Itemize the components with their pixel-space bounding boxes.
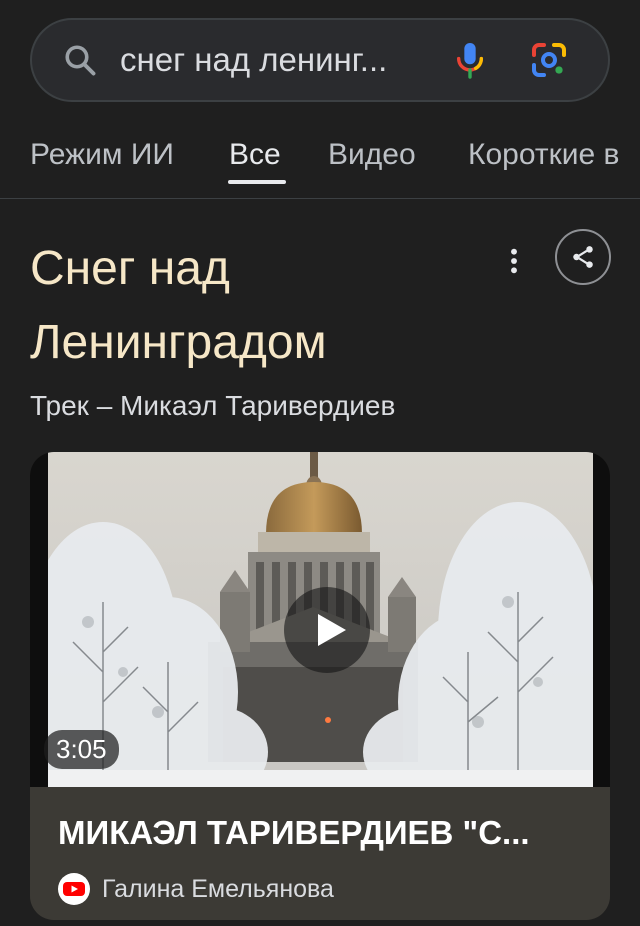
video-duration: 3:05 xyxy=(44,730,119,769)
result-title-line2: Ленинградом xyxy=(30,316,327,369)
result-subtitle: Трек – Микаэл Таривердиев xyxy=(30,390,396,421)
more-options-icon[interactable] xyxy=(500,245,528,277)
google-lens-icon[interactable] xyxy=(529,40,569,80)
result-title: Снег над Ленинградом xyxy=(30,232,490,380)
video-thumbnail[interactable]: 3:05 xyxy=(30,452,610,787)
video-info[interactable]: МИКАЭЛ ТАРИВЕРДИЕВ "С... Галина Емельяно… xyxy=(30,787,610,920)
youtube-icon xyxy=(58,873,90,905)
channel-row: Галина Емельянова xyxy=(58,873,334,905)
video-card[interactable]: 3:05 МИКАЭЛ ТАРИВЕРДИЕВ "С... Галина Еме… xyxy=(30,452,610,920)
active-tab-indicator xyxy=(228,180,286,184)
video-title[interactable]: МИКАЭЛ ТАРИВЕРДИЕВ "С... xyxy=(58,814,588,852)
microphone-icon[interactable] xyxy=(453,40,487,80)
result-title-line1: Снег над xyxy=(30,242,230,295)
search-input[interactable]: снег над ленинг... xyxy=(120,41,425,79)
play-icon[interactable] xyxy=(284,587,370,673)
tab-video[interactable]: Видео xyxy=(328,138,416,172)
tab-all[interactable]: Все xyxy=(229,138,281,172)
search-tabs: Режим ИИ Все Видео Короткие в xyxy=(0,120,640,199)
share-button[interactable] xyxy=(555,229,611,285)
search-bar[interactable]: снег над ленинг... xyxy=(30,18,610,102)
tab-ai-mode[interactable]: Режим ИИ xyxy=(30,138,174,172)
channel-name: Галина Емельянова xyxy=(102,874,334,903)
search-icon xyxy=(65,45,96,76)
share-icon xyxy=(573,246,593,268)
tab-shorts[interactable]: Короткие в xyxy=(468,138,619,172)
